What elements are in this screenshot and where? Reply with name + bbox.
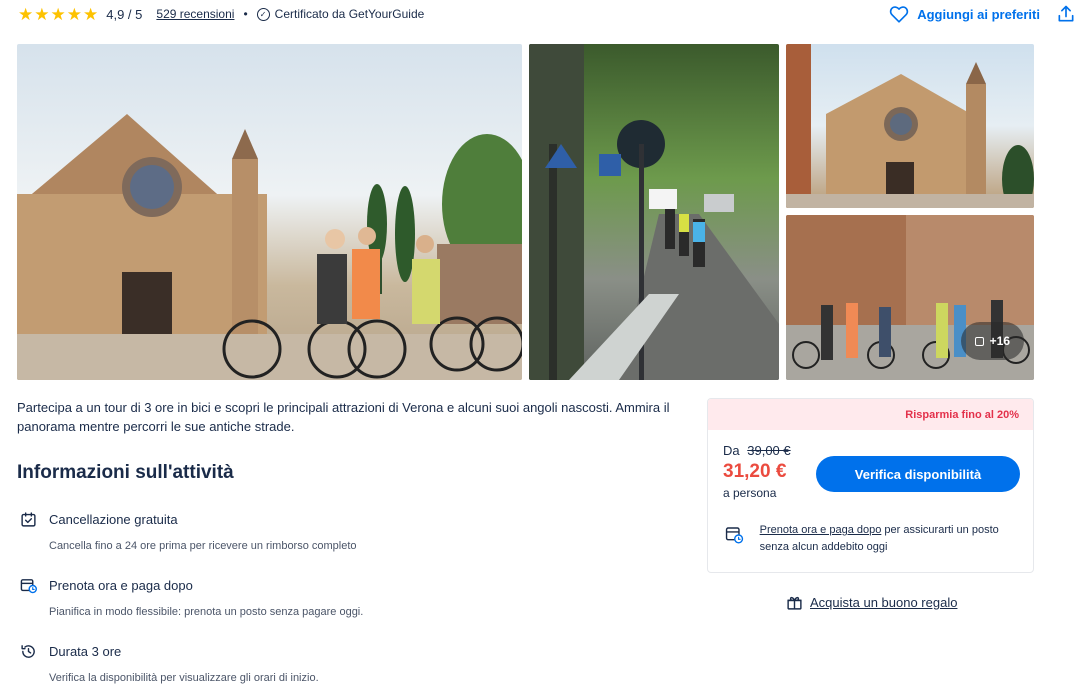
rating-bar: ★ ★ ★ ★ ★ 4,9 / 5 529 recensioni • ✓ Cer… — [18, 0, 1038, 28]
certified-check-icon: ✓ — [256, 7, 270, 21]
star-icon: ★ — [66, 4, 82, 24]
main-photo-basilica-cyclists[interactable] — [17, 44, 522, 380]
star-icon: ★ — [18, 4, 34, 24]
current-price: 31,20 € — [723, 461, 787, 482]
star-icon: ★ — [83, 4, 99, 24]
info-duration: Durata 3 ore Verifica la disponibilità p… — [20, 643, 680, 684]
check-availability-button[interactable]: Verifica disponibilità — [816, 456, 1020, 492]
gift-voucher-link[interactable]: Acquista un buono regalo — [786, 594, 957, 611]
calendar-clock-icon — [20, 579, 37, 594]
activity-info-title: Informazioni sull'attività — [17, 462, 234, 483]
gift-voucher-label: Acquista un buono regalo — [810, 595, 958, 610]
per-person-label: a persona — [723, 486, 777, 500]
add-to-favorites-button[interactable]: Aggiungi ai preferiti — [889, 5, 1040, 23]
more-photos-button[interactable]: +16 — [960, 322, 1024, 360]
rating-score: 4,9 / 5 — [106, 6, 143, 22]
activity-description: Partecipa a un tour di 3 ore in bici e s… — [17, 400, 670, 434]
star-rating: ★ ★ ★ ★ ★ — [18, 6, 98, 23]
original-price: 39,00 € — [747, 443, 791, 458]
certified-label: Certificato da GetYourGuide — [274, 7, 425, 21]
booking-card: Risparmia fino al 20% Da 39,00 € 31,20 €… — [707, 398, 1034, 573]
share-icon[interactable] — [1056, 4, 1076, 24]
gift-icon — [787, 596, 802, 610]
photo-basilica-front[interactable] — [786, 44, 1034, 208]
basilica-illustration — [17, 114, 522, 380]
heart-icon — [890, 6, 909, 23]
reviews-link[interactable]: 529 recensioni — [156, 7, 234, 21]
photo-group-courtyard[interactable]: +16 — [786, 215, 1034, 380]
clock-history-icon — [21, 645, 35, 658]
info-item-text: Verifica la disponibilità per visualizza… — [49, 672, 319, 684]
avenue-illustration — [529, 44, 779, 380]
favorite-label: Aggiungi ai preferiti — [917, 6, 1040, 22]
calendar-clock-icon — [725, 527, 744, 544]
info-reserve-pay-later: Prenota ora e paga dopo Pianifica in mod… — [20, 577, 680, 618]
star-icon: ★ — [34, 4, 50, 24]
from-label: Da — [723, 443, 740, 458]
info-free-cancellation: Cancellazione gratuita Cancella fino a 2… — [20, 511, 680, 552]
info-item-title: Prenota ora e paga dopo — [49, 578, 193, 593]
info-item-text: Cancella fino a 24 ore prima per ricever… — [49, 540, 357, 552]
star-icon: ★ — [50, 4, 66, 24]
info-item-title: Durata 3 ore — [49, 644, 122, 659]
price-block: Da 39,00 € 31,20 € a persona — [723, 443, 791, 500]
info-item-title: Cancellazione gratuita — [49, 512, 178, 527]
pay-later-note: Prenota ora e paga dopo per assicurarti … — [725, 522, 1025, 556]
separator: • — [243, 7, 248, 21]
pay-later-link[interactable]: Prenota ora e paga dopo — [760, 524, 882, 536]
gallery-icon — [974, 336, 984, 346]
more-photos-count: +16 — [989, 334, 1010, 348]
photo-cyclists-avenue[interactable] — [529, 44, 779, 380]
calendar-check-icon — [21, 512, 36, 527]
info-item-text: Pianifica in modo flessibile: prenota un… — [49, 606, 364, 618]
savings-banner: Risparmia fino al 20% — [708, 399, 1033, 430]
basilica-front-illustration — [786, 44, 1034, 208]
